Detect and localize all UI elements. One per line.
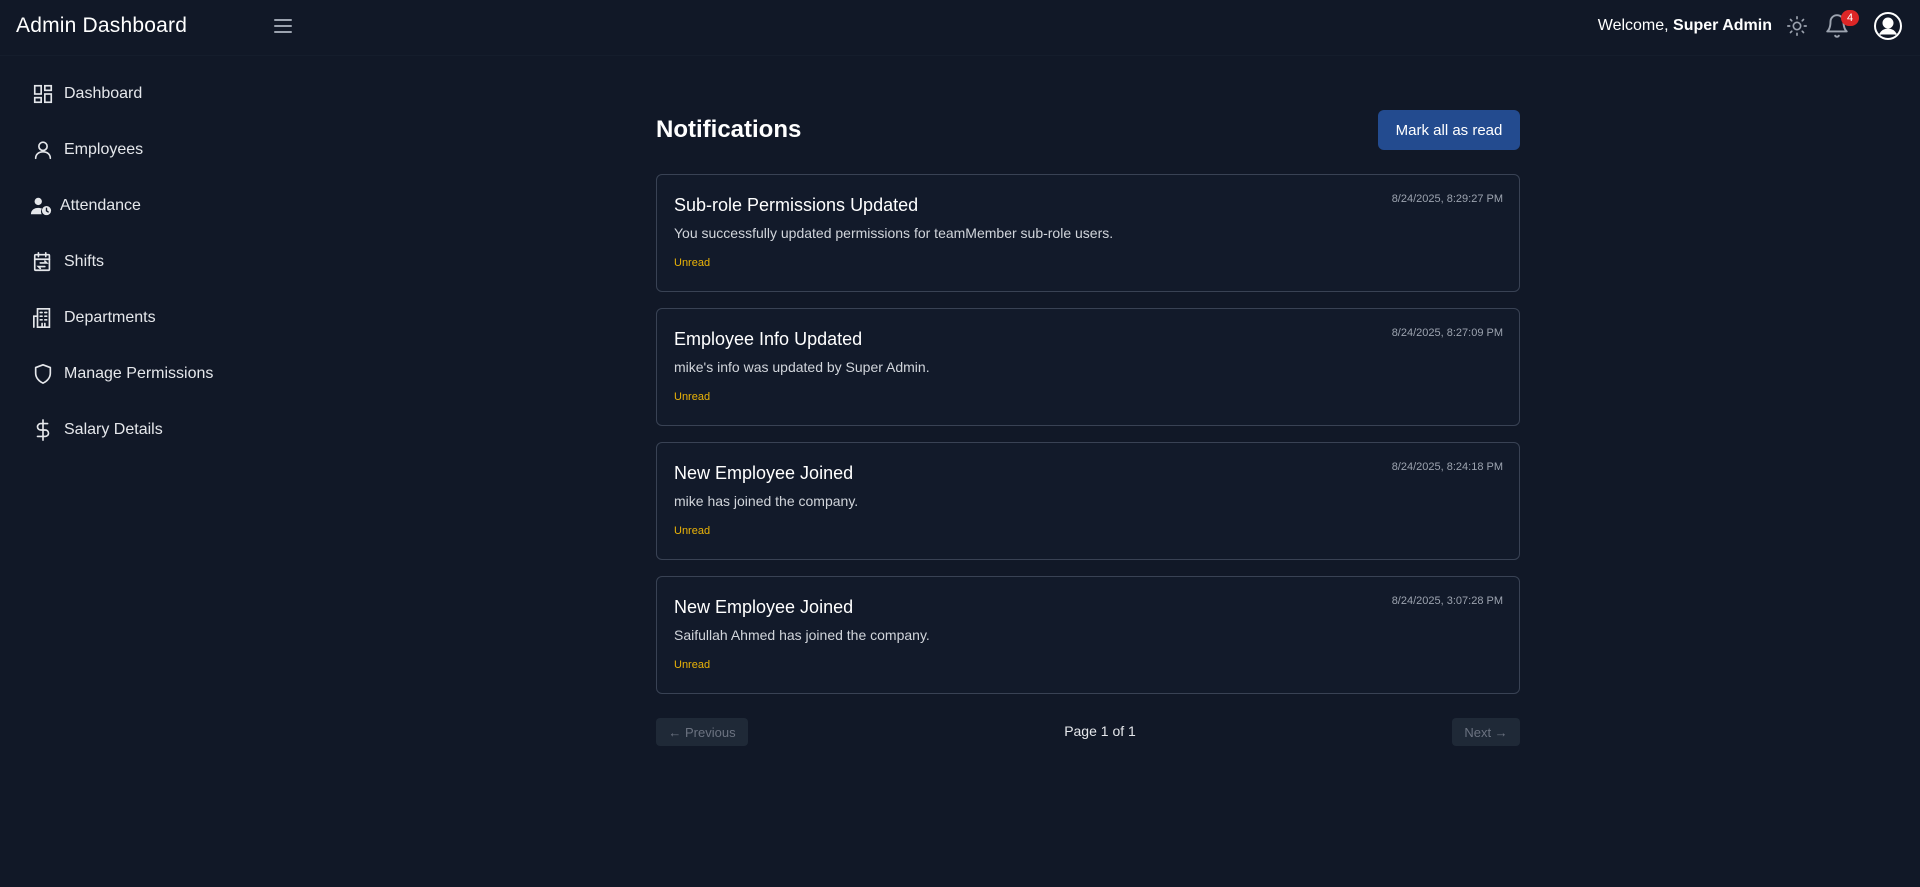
notification-timestamp: 8/24/2025, 8:27:09 PM — [1391, 327, 1503, 339]
notification-timestamp: 8/24/2025, 3:07:28 PM — [1391, 595, 1503, 607]
page-info: Page 1 of 1 — [1064, 723, 1136, 739]
notification-message: Saifullah Ahmed has joined the company. — [674, 627, 930, 643]
sidebar-item-dashboard[interactable]: Dashboard — [31, 76, 142, 112]
dashboard-grid-icon — [31, 82, 55, 106]
sidebar-item-attendance[interactable]: Attendance — [29, 188, 141, 224]
sidebar-item-label: Departments — [64, 309, 156, 326]
notification-card[interactable]: Sub-role Permissions Updated You success… — [656, 174, 1520, 292]
app-title: Admin Dashboard — [16, 14, 188, 37]
sun-icon[interactable] — [1786, 15, 1808, 37]
notification-card[interactable]: New Employee Joined mike has joined the … — [656, 442, 1520, 560]
menu-toggle-icon[interactable] — [271, 14, 295, 38]
sidebar-item-label: Attendance — [60, 197, 141, 214]
notification-timestamp: 8/24/2025, 8:24:18 PM — [1391, 461, 1503, 473]
notification-message: You successfully updated permissions for… — [674, 225, 1114, 241]
notification-count-badge: 4 — [1841, 10, 1859, 26]
sidebar: Dashboard Employees Attendance Shifts De… — [0, 56, 260, 887]
notification-card[interactable]: New Employee Joined Saifullah Ahmed has … — [656, 576, 1520, 694]
notification-title: New Employee Joined — [674, 463, 854, 483]
user-name: Super Admin — [1673, 17, 1772, 34]
notification-status: Unread — [674, 525, 711, 537]
sidebar-item-label: Manage Permissions — [64, 365, 214, 382]
user-avatar-icon[interactable] — [1873, 11, 1903, 41]
notification-title: Employee Info Updated — [674, 329, 863, 349]
sidebar-item-label: Shifts — [64, 253, 105, 270]
mark-all-read-button[interactable]: Mark all as read — [1378, 110, 1520, 150]
previous-page-button[interactable]: ← Previous — [656, 718, 748, 746]
welcome-text: Welcome, Super Admin — [1598, 17, 1772, 35]
dollar-icon — [31, 418, 55, 442]
notification-title: New Employee Joined — [674, 597, 854, 617]
sidebar-item-salary-details[interactable]: Salary Details — [31, 412, 163, 448]
sidebar-item-manage-permissions[interactable]: Manage Permissions — [31, 356, 213, 392]
building-icon — [31, 306, 55, 330]
sidebar-item-shifts[interactable]: Shifts — [31, 244, 104, 280]
sidebar-item-label: Dashboard — [64, 85, 143, 102]
next-page-button[interactable]: Next → — [1452, 718, 1520, 746]
notification-status: Unread — [674, 257, 711, 269]
user-clock-icon — [29, 194, 53, 218]
notification-timestamp: 8/24/2025, 8:29:27 PM — [1391, 193, 1503, 205]
notification-title: Sub-role Permissions Updated — [674, 195, 919, 215]
notification-card[interactable]: Employee Info Updated mike's info was up… — [656, 308, 1520, 426]
calendar-swap-icon — [31, 250, 55, 274]
welcome-prefix: Welcome, — [1597, 17, 1674, 34]
sidebar-item-employees[interactable]: Employees — [31, 132, 143, 168]
top-bar: Admin Dashboard Welcome, Super Admin 4 — [0, 0, 1920, 56]
notification-message: mike has joined the company. — [674, 493, 859, 509]
page-title: Notifications — [656, 116, 802, 143]
user-icon — [31, 138, 55, 162]
notification-status: Unread — [674, 391, 711, 403]
notification-message: mike's info was updated by Super Admin. — [674, 359, 930, 375]
sidebar-item-label: Employees — [64, 141, 144, 158]
sidebar-item-departments[interactable]: Departments — [31, 300, 156, 336]
shield-icon — [31, 362, 55, 386]
sidebar-item-label: Salary Details — [64, 421, 163, 438]
notification-status: Unread — [674, 659, 711, 671]
